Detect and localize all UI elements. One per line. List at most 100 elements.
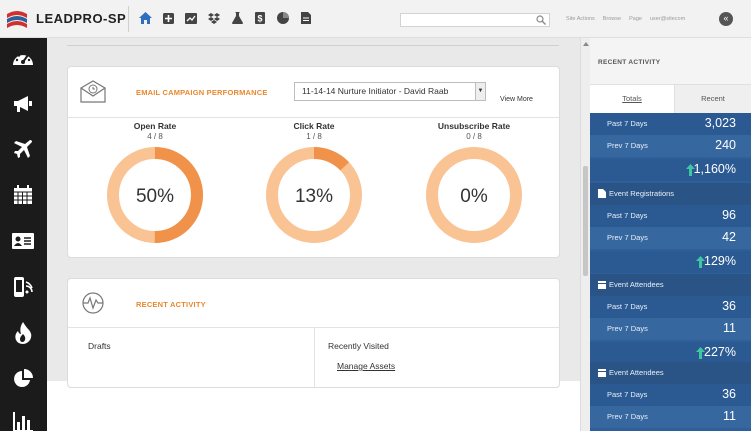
svg-text:$: $: [257, 14, 262, 24]
donut-percent: 13%: [295, 186, 333, 207]
stat-label: Past 7 Days: [607, 390, 648, 399]
view-more-link[interactable]: View More: [500, 96, 533, 103]
stat-value: 11: [723, 321, 736, 335]
document-icon: [598, 189, 606, 198]
campaign-select-value: 11-14-14 Nurture Initiator - David Raab: [302, 86, 449, 96]
bar-chart-icon[interactable]: [11, 410, 35, 434]
click-rate-donut: 13%: [266, 147, 362, 243]
top-bar: LEADPRO-SP $ Site Actions Browse Page us…: [0, 0, 751, 38]
stat-change-row: 129%: [590, 251, 751, 273]
airplane-icon[interactable]: [11, 137, 35, 161]
recently-visited-label: Recently Visited: [328, 341, 389, 351]
campaign-select[interactable]: 11-14-14 Nurture Initiator - David Raab …: [294, 82, 486, 101]
donut-percent: 50%: [136, 186, 174, 207]
metric-count: 1 / 8: [306, 132, 322, 141]
chart-icon[interactable]: [184, 11, 198, 25]
email-campaign-card: EMAIL CAMPAIGN PERFORMANCE 11-14-14 Nurt…: [67, 66, 560, 258]
contact-card-icon[interactable]: [11, 229, 35, 253]
metric-title: Click Rate: [293, 121, 335, 131]
scrollbar-thumb[interactable]: [583, 166, 588, 276]
stat-label: Prev 7 Days: [607, 233, 648, 242]
flask-icon[interactable]: [230, 11, 244, 25]
recent-activity-card: RECENT ACTIVITY Drafts Recently Visited …: [67, 278, 560, 388]
megaphone-icon[interactable]: [11, 92, 35, 116]
stat-row: Past 7 Days 3,023: [590, 113, 751, 135]
dashboard-icon[interactable]: [11, 46, 35, 70]
divider: [314, 327, 315, 387]
document-icon[interactable]: [299, 11, 313, 25]
tab-totals[interactable]: Totals: [590, 85, 675, 113]
stat-change-row: 227%: [590, 342, 751, 364]
stat-row: Past 7 Days 36: [590, 384, 751, 406]
stat-value: 11: [723, 409, 736, 423]
search-input[interactable]: [400, 13, 550, 27]
chevron-down-icon[interactable]: ▼: [475, 83, 485, 100]
stat-value: 3,023: [704, 116, 736, 130]
section-header: Event Attendees: [590, 362, 751, 384]
top-strip: [67, 38, 559, 46]
pie-chart-icon[interactable]: [11, 367, 35, 391]
pulse-icon: [82, 292, 104, 314]
stat-label: Past 7 Days: [607, 119, 648, 128]
dropbox-icon[interactable]: [207, 11, 221, 25]
card-title: RECENT ACTIVITY: [136, 300, 206, 309]
section-header: Event Registrations: [590, 183, 751, 205]
card-title: EMAIL CAMPAIGN PERFORMANCE: [136, 88, 268, 97]
section-title: Event Registrations: [609, 189, 675, 198]
metric-count: 4 / 8: [147, 132, 163, 141]
stat-label: Past 7 Days: [607, 211, 648, 220]
user-link[interactable]: user@sitecom: [650, 16, 685, 22]
calendar-icon[interactable]: [11, 183, 35, 207]
stat-value: 36: [722, 387, 736, 401]
main-content: EMAIL CAMPAIGN PERFORMANCE 11-14-14 Nurt…: [47, 38, 580, 388]
page-link[interactable]: Page: [629, 16, 642, 22]
stat-change: 227%: [704, 345, 736, 359]
brand-name: LEADPRO-SP: [36, 11, 127, 26]
browse-link[interactable]: Browse: [603, 16, 621, 22]
top-links: Site Actions Browse Page user@sitecom: [566, 16, 685, 22]
left-sidebar: [0, 38, 47, 434]
tab-recent[interactable]: Recent: [675, 85, 751, 113]
metric-count: 0 / 8: [466, 132, 482, 141]
site-actions-link[interactable]: Site Actions: [566, 16, 595, 22]
plus-square-icon[interactable]: [161, 11, 175, 25]
pie-chart-icon[interactable]: [276, 11, 290, 25]
click-rate-metric: Click Rate 1 / 8 13%: [259, 121, 369, 245]
donut-percent: 0%: [460, 186, 488, 207]
section-header: Event Attendees: [590, 274, 751, 296]
stat-row: Prev 7 Days 240: [590, 135, 751, 157]
stat-label: Past 7 Days: [607, 302, 648, 311]
panel-title: RECENT ACTIVITY: [590, 38, 751, 84]
envelope-clock-icon: [80, 80, 106, 103]
stat-label: Prev 7 Days: [607, 141, 648, 150]
fire-icon[interactable]: [11, 321, 35, 345]
stat-row: Past 7 Days 96: [590, 205, 751, 227]
section-title: Event Attendees: [609, 280, 664, 289]
stat-row: Past 7 Days 36: [590, 296, 751, 318]
metric-title: Open Rate: [133, 121, 177, 131]
panel-tabs: Totals Recent: [590, 84, 751, 113]
double-chevron-left-icon[interactable]: «: [719, 12, 733, 26]
calendar-icon: [598, 281, 606, 289]
calendar-icon: [598, 369, 606, 377]
stat-label: Prev 7 Days: [607, 324, 648, 333]
search-icon[interactable]: [536, 15, 546, 25]
unsubscribe-rate-metric: Unsubscribe Rate 0 / 8 0%: [419, 121, 529, 245]
scroll-up-icon[interactable]: [583, 42, 589, 46]
open-rate-donut: 50%: [107, 147, 203, 243]
mobile-rss-icon[interactable]: [11, 275, 35, 299]
stat-value: 42: [722, 230, 736, 244]
top-nav: $: [138, 11, 313, 25]
stat-row: Prev 7 Days 11: [590, 318, 751, 340]
dollar-icon[interactable]: $: [253, 11, 267, 25]
main-scrollbar[interactable]: [580, 38, 590, 431]
divider: [68, 117, 559, 118]
manage-assets-link[interactable]: Manage Assets: [337, 361, 395, 371]
unsubscribe-rate-donut: 0%: [426, 147, 522, 243]
logo-icon: [7, 11, 27, 28]
stat-value: 240: [715, 138, 736, 152]
home-icon[interactable]: [138, 11, 152, 25]
stat-row: Prev 7 Days 11: [590, 406, 751, 428]
section-title: Event Attendees: [609, 368, 664, 377]
drafts-label: Drafts: [88, 341, 111, 351]
